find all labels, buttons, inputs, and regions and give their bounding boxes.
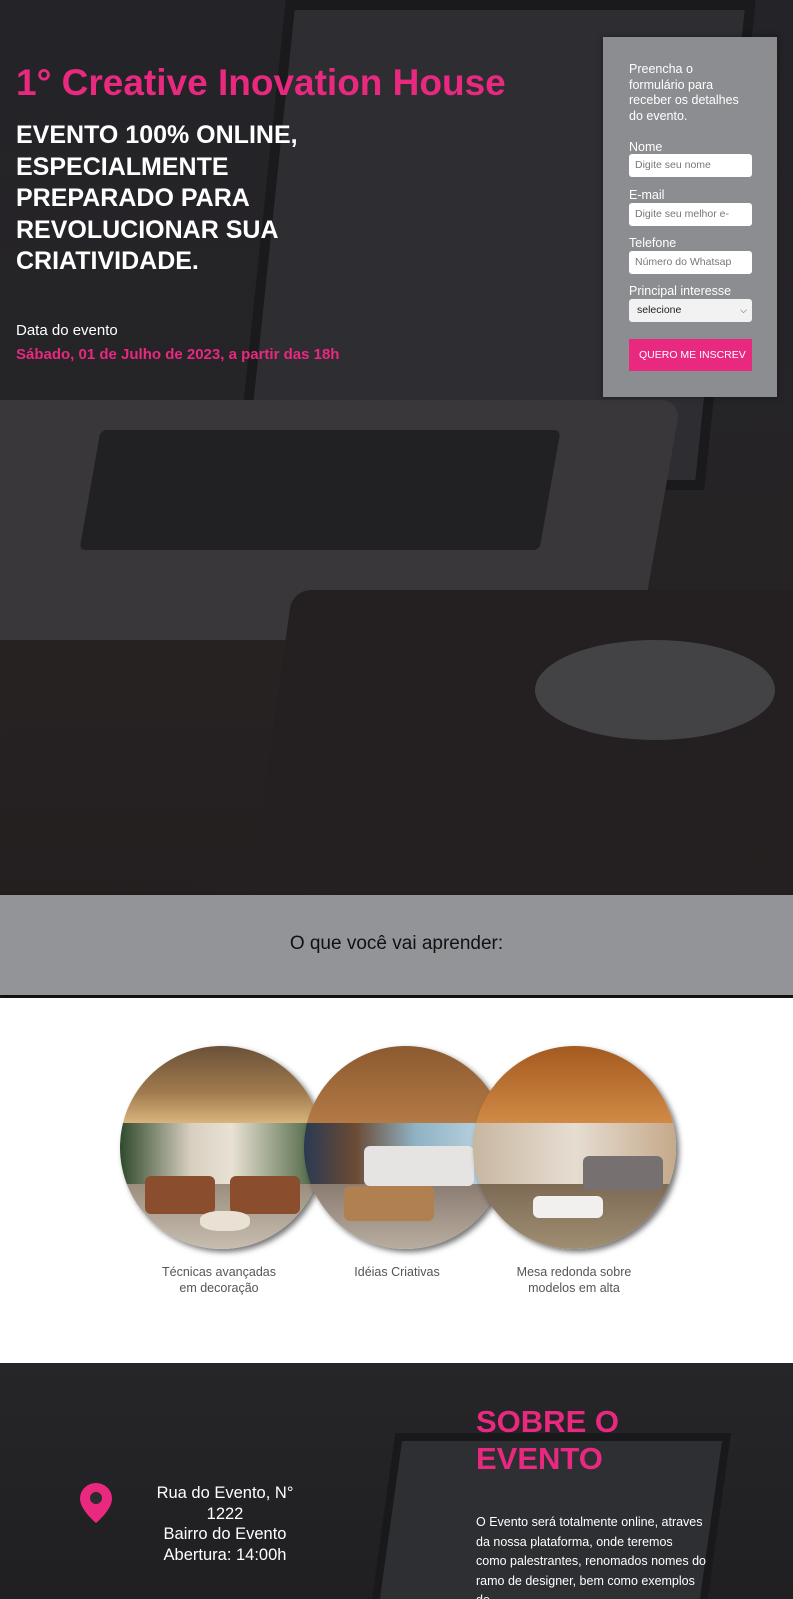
hero-section: 1° Creative Inovation House EVENTO 100% … xyxy=(0,0,793,895)
event-title: 1° Creative Inovation House xyxy=(16,62,506,103)
event-address: Rua do Evento, N° 1222 Bairro do Evento … xyxy=(140,1483,310,1565)
learn-caption-1: Técnicas avançadas em decoração xyxy=(162,1265,276,1295)
interest-select[interactable]: selecione ⌵ xyxy=(629,299,752,322)
name-field[interactable]: Digite seu nome xyxy=(629,154,752,177)
about-text: O Evento será totalmente online, atraves… xyxy=(476,1515,706,1599)
email-field[interactable]: Digite seu melhor e- xyxy=(629,203,752,226)
phone-label: Telefone xyxy=(629,236,677,250)
learn-title: O que você vai aprender: xyxy=(289,933,504,954)
event-subtitle: EVENTO 100% ONLINE, ESPECIALMENTE PREPAR… xyxy=(16,121,298,275)
learn-section-header: O que você vai aprender: xyxy=(0,895,793,995)
event-date-value: Sábado, 01 de Julho de 2023, a partir da… xyxy=(16,346,340,363)
about-section: Rua do Evento, N° 1222 Bairro do Evento … xyxy=(0,1363,793,1599)
learn-caption-3: Mesa redonda sobre modelos em alta xyxy=(516,1265,632,1295)
about-title: SOBRE O EVENTO xyxy=(476,1404,619,1476)
name-label: Nome xyxy=(629,140,663,154)
decor-image-1 xyxy=(120,1046,323,1249)
address-text: Rua do Evento, N° 1222 Bairro do Evento … xyxy=(156,1484,294,1564)
learn-items-section: Técnicas avançadas em decoração Idéias C… xyxy=(0,998,793,1363)
decor-image-3 xyxy=(473,1046,676,1249)
chevron-down-icon: ⌵ xyxy=(740,305,747,315)
submit-button[interactable]: QUERO ME INSCREV xyxy=(629,339,752,371)
phone-field[interactable]: Número do Whatsap xyxy=(629,251,752,274)
map-pin-icon xyxy=(80,1483,112,1523)
email-label: E-mail xyxy=(629,188,665,202)
signup-form: Preencha o formulário para receber os de… xyxy=(603,37,777,397)
event-date-label: Data do evento xyxy=(16,322,118,339)
form-intro: Preencha o formulário para receber os de… xyxy=(629,62,739,123)
interest-label: Principal interesse xyxy=(629,284,732,298)
interest-selected-value: selecione xyxy=(637,304,682,316)
learn-caption-2: Idéias Criativas xyxy=(354,1265,440,1279)
